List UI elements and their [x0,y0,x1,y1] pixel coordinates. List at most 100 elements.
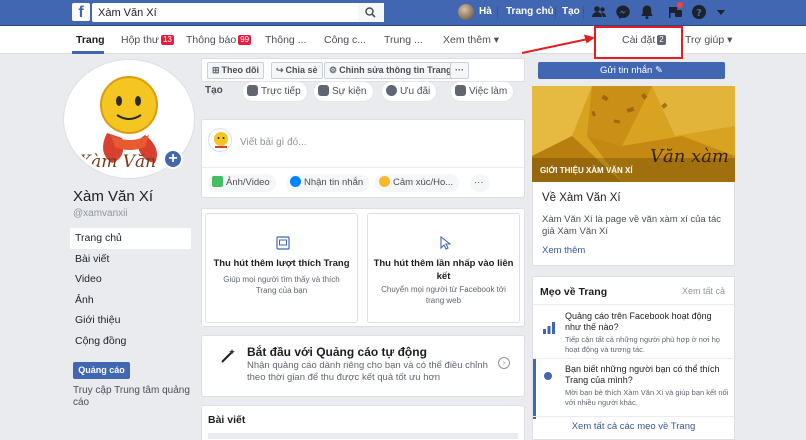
left-nav-posts[interactable]: Bài viết [70,249,191,270]
tip-item[interactable]: Bạn biết những người bạn có thể thích Tr… [533,364,734,416]
left-nav-community[interactable]: Cộng đồng [70,331,191,352]
tab-page[interactable]: Trang [76,34,105,46]
create-live-button[interactable]: Trực tiếp [243,82,307,101]
tab-more[interactable]: Xem thêm ▾ [443,34,499,46]
svg-text:?: ? [696,8,702,19]
friends-icon[interactable] [591,4,607,20]
about-title: Về Xàm Văn Xí [542,192,621,204]
help-icon[interactable]: ? [691,4,707,20]
feeling-activity-button[interactable]: Cảm xúc/Ho... [375,174,460,192]
inbox-badge: 13 [160,35,174,45]
facebook-logo-icon[interactable]: f [72,3,90,21]
page-title: Xàm Văn Xí [73,188,154,205]
follow-button[interactable]: ⊞ Theo dõi [207,62,265,79]
create-event-button[interactable]: Sự kiện [314,82,373,101]
post-composer: Viết bài gì đó... Ảnh/Video Nhận tin nhắ… [201,119,525,198]
settings-badge: 2 [657,35,666,45]
photo-video-button[interactable]: Ảnh/Video [208,174,276,192]
user-name-link[interactable]: Hà [479,6,492,17]
tips-see-all-link[interactable]: Xem tất cả [682,286,725,296]
tab-tools[interactable]: Công c... [324,34,366,46]
smiley-icon [379,176,390,187]
left-nav-home[interactable]: Trang chủ [70,228,191,249]
grow-likes-desc: Giúp mọi người tìm thấy và thích Trang c… [223,275,340,295]
create-bar: Tạo Trực tiếp Sự kiện Ưu đãi Việc làm [201,82,525,102]
offer-tag-icon [386,85,397,96]
tip-desc: Tiếp cận tất cả những người phù hợp ở nơ… [565,335,720,354]
ads-center-link[interactable]: Truy cập Trung tâm quảng cáo [73,385,193,409]
edit-page-info-button[interactable]: ⚙ Chỉnh sửa thông tin Trang [324,62,457,79]
tab-insights[interactable]: Thông ... [265,34,306,46]
about-description: Xàm Văn Xí là page về văn xàm xí của tác… [542,214,722,237]
user-avatar[interactable] [458,4,474,20]
tip-item[interactable]: Quảng cáo trên Facebook hoạt động như th… [533,311,734,357]
page-like-icon [276,236,290,250]
page-tips-card: Mẹo về Trang Xem tất cả Quảng cáo trên F… [532,276,735,440]
red-arrow-annotation [521,34,595,54]
tips-divider [533,416,734,417]
automated-ads-desc: Nhận quảng cáo dành riêng cho bạn và có … [247,360,488,383]
calendar-icon [318,85,329,96]
cover-caption: GIỚI THIỆU XÀM VĂN XÍ [540,166,633,175]
search-button[interactable] [358,3,384,22]
grow-clicks-card[interactable]: Thu hút thêm lần nhấp vào liên kết Chuyể… [367,213,520,323]
messenger-icon[interactable] [615,4,631,20]
bar-chart-icon [543,322,555,334]
page-logo-icon [214,132,228,148]
top-separator [555,6,556,19]
tip-desc: Mời bạn bè thích Xàm Văn Xí và giúp bạn … [565,388,729,407]
top-separator [583,6,584,19]
posts-placeholder [208,433,518,439]
tab-center[interactable]: Trung ... [384,34,423,46]
all-tips-link[interactable]: Xem tất cả các mẹo về Trang [533,421,734,432]
send-message-button[interactable]: Gửi tin nhắn ✎ [538,62,725,79]
share-button[interactable]: ↪ Chia sẻ [271,62,323,79]
composer-input[interactable]: Viết bài gì đó... [240,137,307,148]
grow-likes-card[interactable]: Thu hút thêm lượt thích Trang Giúp mọi n… [205,213,358,323]
page-handle[interactable]: @xamvanxii [73,208,128,219]
grow-card: Thu hút thêm lượt thích Trang Giúp mọi n… [201,208,525,327]
notifications-badge: 99 [238,35,252,45]
composer-more-button[interactable]: ··· [470,174,490,192]
left-nav-menu: Trang chủ Bài viết Video Ảnh Giới thiệu … [70,228,191,351]
tips-title: Mẹo về Trang [540,286,608,298]
search-input[interactable] [92,3,384,22]
grow-clicks-title: Thu hút thêm lần nhấp vào liên kết [373,258,514,282]
add-photo-button[interactable]: + [163,149,183,169]
messenger-icon [290,176,301,187]
create-link[interactable]: Tạo [562,6,580,17]
tab-inbox[interactable]: Hộp thư 13 [121,34,174,46]
radio-dot-icon [544,372,552,380]
tab-settings[interactable]: Cài đặt 2 [622,34,666,46]
posts-section: Bài viết [201,405,525,440]
caret-icon[interactable] [713,4,729,20]
logo-text: Xàm Văn [77,152,156,172]
get-messages-button[interactable]: Nhận tin nhắn [286,174,370,192]
share-icon: ↪ [276,65,284,75]
active-tab-indicator [72,51,104,54]
promote-button[interactable]: Quảng cáo [73,362,130,379]
composer-avatar [208,128,232,152]
gear-icon: ⚙ [329,65,338,75]
chevron-right-icon[interactable]: › [498,357,510,369]
left-nav-about[interactable]: Giới thiệu [70,310,191,331]
automated-ads-card[interactable]: Bắt đầu với Quảng cáo tự động Nhận quảng… [201,335,525,397]
tip-title: Bạn biết những người bạn có thể thích Tr… [565,364,720,385]
tab-help[interactable]: Trợ giúp ▾ [685,34,732,46]
search-icon [365,7,376,18]
tab-notifications[interactable]: Thông báo 99 [186,34,252,46]
more-actions-button[interactable]: ··· [450,62,469,79]
create-job-button[interactable]: Việc làm [451,82,514,101]
left-nav-videos[interactable]: Video [70,269,191,290]
create-offer-button[interactable]: Ưu đãi [382,82,437,101]
bell-icon[interactable] [639,4,655,20]
follow-icon: ⊞ [212,65,220,75]
top-separator [497,6,498,19]
cursor-icon [440,236,452,250]
about-see-more-link[interactable]: Xem thêm [542,245,585,256]
home-link[interactable]: Trang chủ [506,6,554,17]
briefcase-icon [455,85,466,96]
live-video-icon [247,85,258,96]
top-bar: f Hà Trang chủ Tạo ? [0,0,806,26]
left-nav-photos[interactable]: Ảnh [70,290,191,311]
